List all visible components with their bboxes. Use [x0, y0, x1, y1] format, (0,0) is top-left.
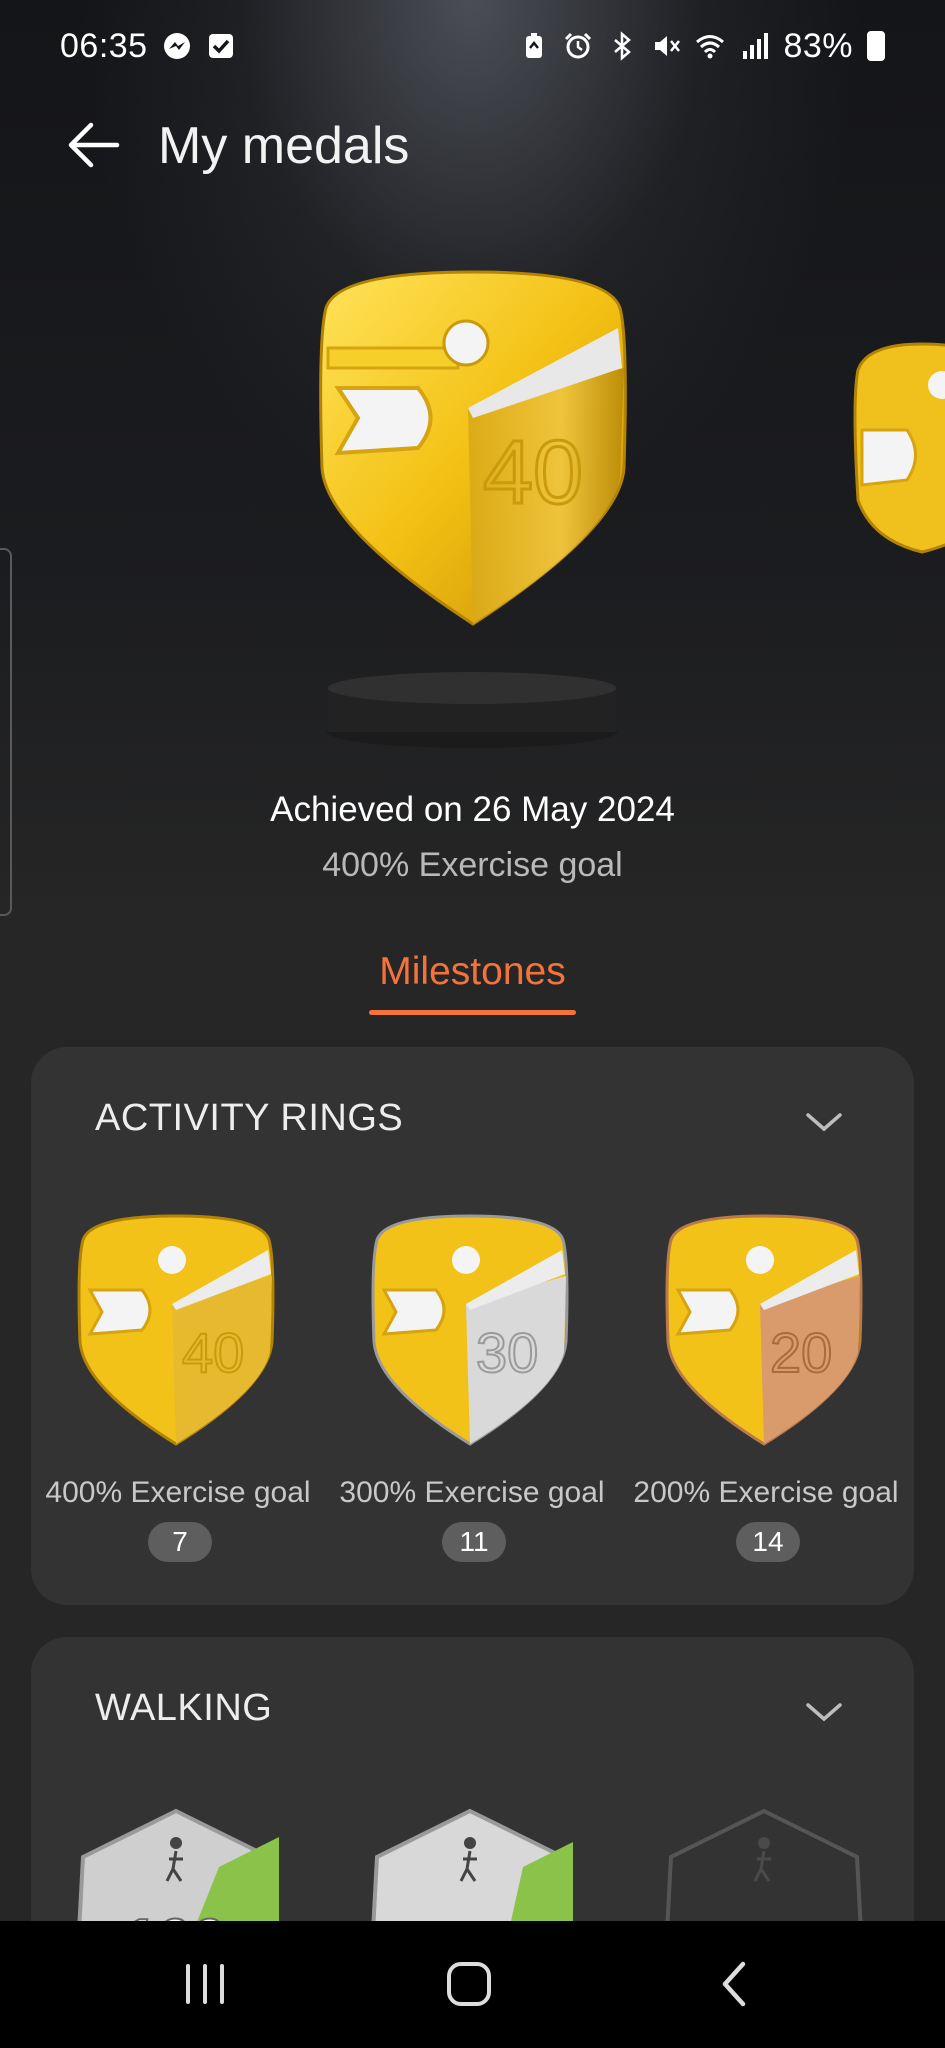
medal-200-image: 20 — [665, 1214, 863, 1446]
checkbox-notification-icon — [206, 31, 236, 61]
medal-300-image: 30 — [371, 1214, 569, 1446]
medal-label: 400% Exercise goal — [45, 1476, 311, 1509]
medal-number: 40 — [182, 1321, 244, 1384]
back-button[interactable] — [58, 112, 128, 178]
chevron-down-icon[interactable] — [804, 1107, 844, 1137]
chevron-down-icon[interactable] — [804, 1697, 844, 1727]
medal-label: 200% Exercise goal — [633, 1476, 899, 1509]
recent-apps-icon — [186, 1964, 224, 2004]
section-title: ACTIVITY RINGS — [95, 1097, 404, 1139]
featured-medal-image[interactable]: 40 — [318, 268, 628, 628]
walker-icon — [758, 1837, 770, 1849]
page-title: My medals — [158, 117, 410, 175]
app-bar: My medals — [0, 100, 945, 190]
activity-rings-card: ACTIVITY RINGS 40 400% Exercise goal 7 3… — [31, 1047, 914, 1605]
tab-milestones[interactable]: Milestones — [0, 950, 945, 1015]
alarm-icon — [563, 31, 593, 61]
back-icon — [722, 1961, 746, 2007]
status-time: 06:35 — [60, 26, 148, 65]
hero-section: 06:35 83% My medals 40 Achieved on 26 Ma… — [0, 0, 945, 920]
recent-apps-button[interactable] — [160, 1949, 250, 2019]
medal-count-badge: 11 — [442, 1522, 506, 1562]
walker-icon — [464, 1837, 476, 1849]
system-nav-bar — [0, 1921, 945, 2048]
arrow-left-icon — [68, 122, 120, 168]
nav-back-button[interactable] — [690, 1949, 780, 2019]
home-button[interactable] — [424, 1949, 514, 2019]
battery-icon — [867, 31, 885, 61]
battery-saver-icon — [519, 31, 549, 61]
medal-number: 30 — [476, 1321, 538, 1384]
wifi-icon — [695, 31, 725, 61]
medal-label: 300% Exercise goal — [339, 1476, 605, 1509]
signal-icon — [739, 31, 769, 61]
medal-count-badge: 7 — [148, 1522, 212, 1562]
next-medal-image[interactable] — [852, 340, 945, 555]
bluetooth-icon — [607, 31, 637, 61]
tab-indicator — [369, 1010, 576, 1015]
medal-goal-description: 400% Exercise goal — [322, 846, 623, 884]
battery-percent: 83% — [783, 26, 853, 65]
achieved-date: Achieved on 26 May 2024 — [270, 790, 675, 829]
tab-milestones-label: Milestones — [379, 950, 566, 993]
messenger-icon — [162, 31, 192, 61]
walker-icon — [170, 1837, 182, 1849]
medal-pedestal — [327, 672, 617, 748]
medal-number: 20 — [770, 1321, 832, 1384]
mute-icon — [651, 31, 681, 61]
status-bar: 06:35 83% — [0, 0, 945, 92]
section-title: WALKING — [95, 1687, 273, 1729]
featured-medal-number: 40 — [483, 423, 583, 523]
home-icon — [447, 1962, 491, 2006]
medal-count-badge: 14 — [736, 1522, 800, 1562]
medal-400-image: 40 — [77, 1214, 275, 1446]
